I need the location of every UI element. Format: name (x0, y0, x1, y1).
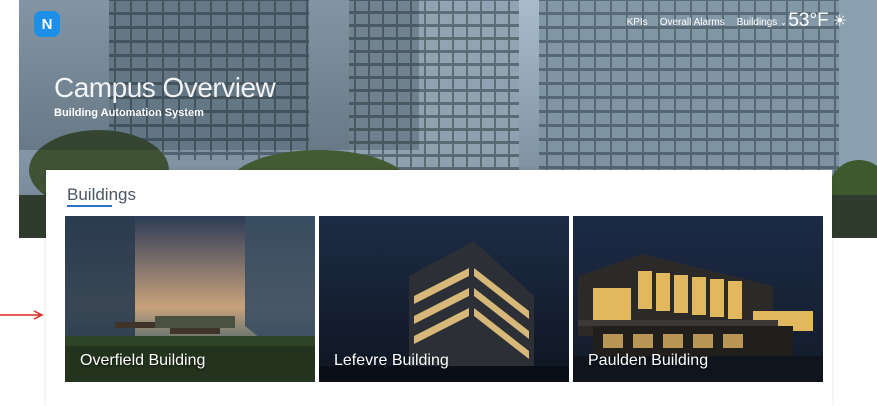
chevron-down-icon: ⌄ (780, 18, 787, 27)
page-subtitle: Building Automation System (54, 107, 204, 119)
nav-item-label: Overall Alarms (659, 17, 725, 28)
building-cards: Overfield Building Lefevre Building Paul… (65, 216, 823, 382)
section-title-underline (67, 205, 112, 207)
nav-item-label: Buildings (736, 17, 778, 28)
logo-letter: N (41, 15, 53, 33)
section-title: Buildings (67, 185, 136, 204)
building-card-label: Overfield Building (80, 352, 206, 369)
building-card-label: Lefevre Building (334, 352, 449, 369)
nav-item-buildings[interactable]: Buildings ⌄ (737, 17, 787, 28)
buildings-panel: Buildings Overfield Building Lefevre Bui… (46, 170, 832, 406)
building-card-lefevre[interactable]: Lefevre Building (319, 216, 569, 382)
app-logo[interactable]: N (34, 11, 60, 37)
annotation-arrow-icon (0, 310, 44, 320)
nav-item-label: KPIs (626, 17, 648, 28)
top-nav: KPIs Overall Alarms Buildings ⌄ (627, 17, 787, 28)
page-title: Campus Overview (54, 72, 276, 103)
temperature-readout: 53°F (788, 10, 829, 31)
nav-item-overall-alarms[interactable]: Overall Alarms (660, 17, 725, 28)
nav-item-kpis[interactable]: KPIs (627, 17, 648, 28)
building-card-paulden[interactable]: Paulden Building (573, 216, 823, 382)
building-card-overfield[interactable]: Overfield Building (65, 216, 315, 382)
sun-icon: ☀ (832, 13, 847, 30)
weather-widget: 53°F ☀ (788, 10, 847, 32)
building-card-label: Paulden Building (588, 352, 709, 369)
